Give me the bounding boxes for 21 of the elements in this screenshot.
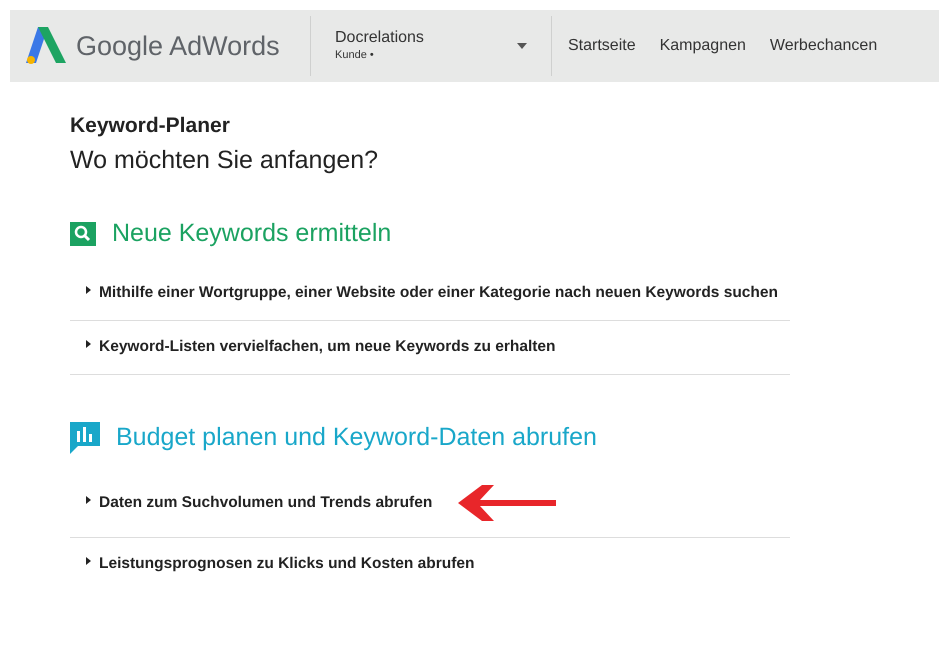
expand-icon xyxy=(86,286,91,294)
nav-link[interactable]: Startseite xyxy=(568,34,636,58)
logo-text: Google AdWords xyxy=(76,30,280,63)
page-subtitle: Wo möchten Sie anfangen? xyxy=(70,144,380,176)
bar-chart-icon xyxy=(70,422,100,454)
logo-icon xyxy=(26,27,68,65)
expandable-item[interactable]: Daten zum Suchvolumen und Trends abrufen xyxy=(99,490,432,514)
expand-icon xyxy=(86,340,91,348)
expand-icon xyxy=(86,556,91,564)
expandable-item[interactable]: Keyword-Listen vervielfachen, um neue Keywords zu erhalten xyxy=(99,334,556,358)
nav-link[interactable]: Kampagnen xyxy=(660,34,746,58)
section-heading: Neue Keywords ermitteln xyxy=(112,218,392,249)
section-heading: Budget planen und Keyword-Daten abrufen xyxy=(116,422,597,453)
page-title: Keyword-Planer xyxy=(70,113,231,139)
caret-icon xyxy=(517,43,527,49)
search-icon xyxy=(70,222,96,246)
account-selector[interactable]: Docrelations Kunde • xyxy=(311,28,551,64)
expandable-item[interactable]: Leistungsprognosen zu Klicks und Kosten abrufen xyxy=(99,552,474,575)
expand-icon xyxy=(86,496,91,504)
nav-link[interactable]: Werbechancen xyxy=(770,34,878,58)
expandable-item[interactable]: Mithilfe einer Wortgruppe, einer Website oder einer Kategorie nach neuen Keywords suchen xyxy=(99,280,778,304)
